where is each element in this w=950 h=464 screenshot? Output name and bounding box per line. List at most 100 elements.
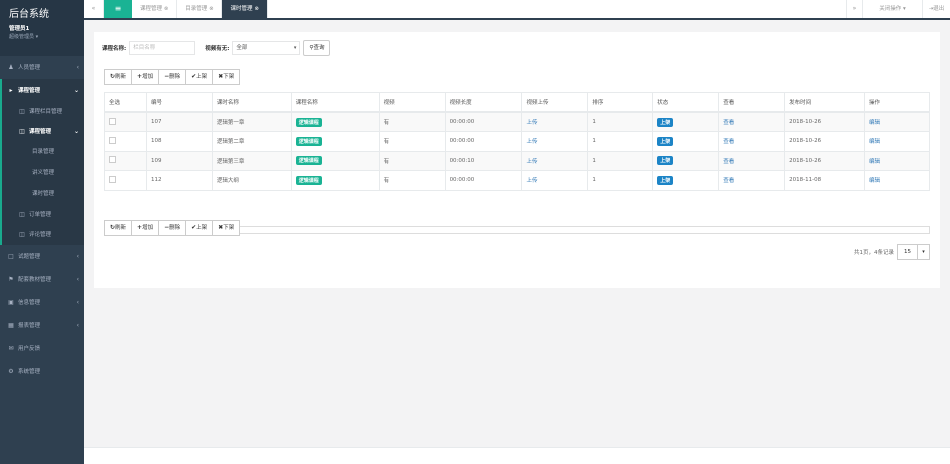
content-panel: 课程名称: 栏目名称 视频有无: 全部 ▾ ⚲查询 ↻刷新 +增加 −删除 ✔上架… [94,32,940,288]
tab-lesson[interactable]: 课时管理 ⊗ [222,0,268,18]
edit-link[interactable]: 编辑 [869,120,880,126]
exit-button[interactable]: ⇥退出 [922,0,950,18]
publish-label: 上架 [196,225,208,231]
sidebar-item-course-column[interactable]: ◫ 课程栏目管理 [2,102,84,122]
close-ops-dropdown[interactable]: 关闭操作 ▾ [862,0,922,18]
refresh-button[interactable]: ↻刷新 [104,69,133,85]
delete-button[interactable]: −删除 [158,69,187,85]
sidebar-item-catalog[interactable]: 目录管理 [2,142,84,163]
course-name-label: 课程名称: [102,46,127,52]
menu-toggle-button[interactable]: ≡ [104,0,132,18]
cell-date: 2018-11-08 [784,170,866,191]
edit-link[interactable]: 编辑 [869,178,880,184]
unpublish-button[interactable]: ✖下架 [212,220,241,236]
card-icon: ▣ [8,299,14,306]
exit-label: 退出 [933,6,945,12]
chevron-down-icon: ⌄ [73,128,79,135]
sidebar-item-orders[interactable]: ◫ 订单管理 [2,205,84,225]
course-badge: 逻辑课程 [295,136,322,146]
course-badge: 逻辑课程 [295,117,322,127]
upload-link[interactable]: 上传 [526,178,537,184]
row-checkbox[interactable] [109,175,116,183]
user-role-dropdown[interactable]: 超级管理员 ▾ [9,33,84,40]
sidebar-item-questions[interactable]: □ 试题管理 ‹ [0,245,84,268]
column-header: 课时名称 [211,92,292,113]
status-badge: 上架 [657,136,674,146]
row-checkbox[interactable] [109,136,116,144]
sidebar-item-lesson[interactable]: 课时管理 [2,184,84,205]
upload-link[interactable]: 上传 [526,159,537,165]
sidebar-item-label: 课程管理 [29,129,52,135]
view-link[interactable]: 查看 [723,178,734,184]
tab-label: 课时管理 [230,6,253,12]
group-icon: ♟ [8,64,14,71]
status-badge: 上架 [657,156,674,166]
cell-length: 00:00:10 [444,150,523,171]
sidebar-item-course[interactable]: ▸ 课程管理 ⌄ [0,79,84,102]
brand: 后台系统 管理员1 超级管理员 ▾ [0,0,84,56]
sidebar-item-system[interactable]: ⚙ 系统管理 [0,360,84,383]
add-button[interactable]: +增加 [131,69,160,85]
sidebar-item-label: 信息管理 [18,300,41,306]
edit-link[interactable]: 编辑 [869,159,880,165]
sidebar-item-materials[interactable]: ⚑ 配套教材管理 ‹ [0,268,84,291]
tabs-prev-button[interactable]: « [84,0,104,18]
sidebar-item-reports[interactable]: ▦ 报表管理 ‹ [0,314,84,337]
list-icon: ◫ [19,211,25,218]
tab-course[interactable]: 课程管理 ⊗ [132,0,178,18]
close-icon[interactable]: ⊗ [209,6,213,12]
user-name[interactable]: 管理员1 [9,24,84,32]
sidebar-submenu-course: ◫ 课程栏目管理 ◫ 课程管理 ⌄ 目录管理 讲义管理 课时管理 ◫ 订单管理 ◫ 评论… [0,102,84,245]
delete-button[interactable]: −删除 [158,220,187,236]
video-filter-select[interactable]: 全部 ▾ [232,41,301,55]
cell-length: 00:00:00 [444,131,523,152]
refresh-button[interactable]: ↻刷新 [104,220,133,236]
upload-link[interactable]: 上传 [526,139,537,145]
sidebar-item-handout[interactable]: 讲义管理 [2,163,84,184]
select-all-header[interactable]: 全选 [104,92,147,113]
edit-link[interactable]: 编辑 [869,139,880,145]
view-link[interactable]: 查看 [723,120,734,126]
chevron-down-icon: ⌄ [73,87,79,94]
column-header: 课程名称 [290,92,380,113]
cell-sort: 1 [587,170,654,191]
upload-link[interactable]: 上传 [526,120,537,126]
chevron-left-icon: ‹ [76,276,79,283]
column-header: 状态 [652,92,720,113]
chevron-left-icon: ‹ [76,322,79,329]
chevron-left-icon: ‹ [76,64,79,71]
close-icon[interactable]: ⊗ [254,6,258,12]
view-link[interactable]: 查看 [723,139,734,145]
double-chevron-left-icon: « [91,5,96,12]
bookmark-icon: ⚑ [8,276,14,283]
sidebar-item-personnel[interactable]: ♟ 人员管理 ‹ [0,56,84,79]
sidebar-item-course-manage[interactable]: ◫ 课程管理 ⌄ [2,122,84,142]
footer [84,447,950,464]
tab-catalog[interactable]: 目录管理 ⊗ [177,0,223,18]
course-name-input[interactable]: 栏目名称 [129,41,196,55]
page-size-select[interactable]: 15 ▾ [897,244,930,260]
cell-name: 逻辑第二章 [211,131,292,152]
cell-video: 有 [378,111,446,132]
view-link[interactable]: 查看 [723,159,734,165]
publish-button[interactable]: ✔上架 [185,69,214,85]
add-button[interactable]: +增加 [131,220,160,236]
sidebar-item-comments[interactable]: ◫ 评论管理 [2,225,84,245]
row-checkbox[interactable] [109,156,116,164]
cell-video: 有 [378,170,446,191]
close-icon[interactable]: ⊗ [164,6,168,12]
unpublish-label: 下架 [223,225,235,231]
publish-button[interactable]: ✔上架 [185,220,214,236]
chevron-left-icon: ‹ [76,299,79,306]
sidebar-item-feedback[interactable]: ✉ 用户反馈 [0,337,84,360]
tabs-next-button[interactable]: » [846,0,862,18]
status-badge: 上架 [657,175,674,185]
column-header: 视频 [378,92,446,113]
row-checkbox[interactable] [109,117,116,125]
unpublish-button[interactable]: ✖下架 [212,69,241,85]
toolbar-bottom: ↻刷新 +增加 −删除 ✔上架 ✖下架 [104,220,241,236]
query-button[interactable]: ⚲查询 [303,40,331,56]
sidebar-item-label: 讲义管理 [32,170,55,176]
cell-id: 112 [145,170,213,191]
sidebar-item-info[interactable]: ▣ 信息管理 ‹ [0,291,84,314]
